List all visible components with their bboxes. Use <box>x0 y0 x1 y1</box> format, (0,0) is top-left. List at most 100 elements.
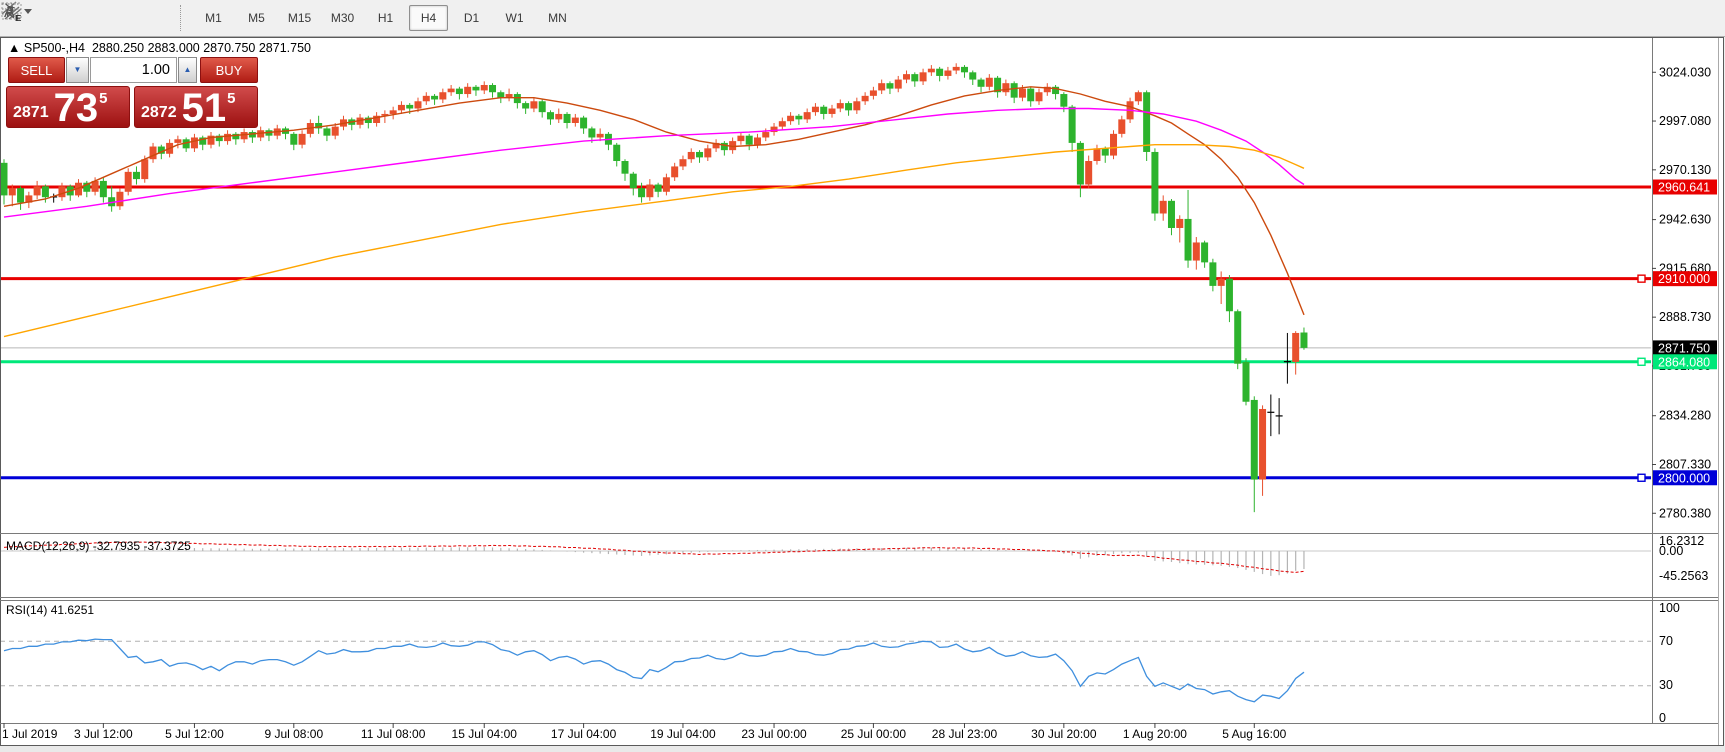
line-handle-support-2800[interactable] <box>1638 474 1645 481</box>
candle-body <box>1276 415 1283 416</box>
time-tick-label: 17 Jul 04:00 <box>551 727 617 741</box>
sell-price-main: 73 <box>54 87 99 127</box>
candle-body <box>530 101 537 108</box>
candle-body <box>721 143 728 150</box>
status-strip <box>0 746 1725 752</box>
candle-body <box>597 134 604 138</box>
candle-body <box>845 103 852 110</box>
candle-body <box>787 116 794 121</box>
candle-body <box>1176 219 1183 228</box>
candle-body <box>58 186 65 197</box>
candle-body <box>986 78 993 87</box>
rsi-indicator-label: RSI(14) 41.6251 <box>6 603 94 617</box>
volume-increase-button[interactable]: ▲ <box>178 57 197 83</box>
buy-quote-box[interactable]: 2872 51 5 <box>134 86 258 128</box>
macd-axis-label: 0.00 <box>1659 544 1683 558</box>
candle-body <box>406 105 413 109</box>
sell-button[interactable]: SELL <box>8 57 65 83</box>
candle-body <box>1093 148 1100 161</box>
time-tick-label: 5 Jul 12:00 <box>165 727 224 741</box>
candle-body <box>1218 279 1225 286</box>
candle-body <box>1160 201 1167 214</box>
symbol-name: SP500-,H4 <box>24 41 85 55</box>
volume-decrease-button[interactable]: ▼ <box>66 57 89 83</box>
candle-body <box>1019 89 1026 98</box>
sell-quote-box[interactable]: 2871 73 5 <box>6 86 130 128</box>
candle-body <box>133 172 140 179</box>
chart-frame <box>1 38 1724 746</box>
time-tick-label: 25 Jul 00:00 <box>841 727 907 741</box>
candle-body <box>1002 83 1009 92</box>
candle-body <box>936 69 943 76</box>
line-handle-level-2910[interactable] <box>1638 275 1645 282</box>
candle-body <box>679 159 686 166</box>
candle-body <box>456 89 463 94</box>
time-tick-label: 11 Jul 08:00 <box>361 727 426 741</box>
candle-body <box>829 109 836 114</box>
candle-body <box>588 128 595 137</box>
candle-body <box>564 114 571 123</box>
rsi-axis-label: 0 <box>1659 711 1666 725</box>
candle-body <box>1118 119 1125 133</box>
candle-body <box>42 186 49 197</box>
macd-indicator-label: MACD(12,26,9) -32.7935 -37.3725 <box>6 539 191 553</box>
candle-body <box>1110 134 1117 156</box>
candle-body <box>1036 92 1043 101</box>
candle-body <box>472 87 479 91</box>
price-tick-label: 2997.080 <box>1659 114 1711 128</box>
price-tick-label: 2807.330 <box>1659 457 1711 471</box>
candle-body <box>423 96 430 101</box>
candle-body <box>514 94 521 103</box>
candle-body <box>481 85 488 90</box>
candle-body <box>299 134 306 145</box>
candle-body <box>1011 83 1018 97</box>
time-tick-label: 5 Aug 16:00 <box>1222 727 1286 741</box>
candle-body <box>1226 279 1233 312</box>
candle-body <box>390 110 397 114</box>
ohlc-low: 2870.750 <box>203 41 255 55</box>
candle-body <box>895 80 902 89</box>
rsi-axis-label: 100 <box>1659 601 1680 615</box>
time-tick-label: 30 Jul 20:00 <box>1031 727 1097 741</box>
candle-body <box>332 127 339 136</box>
candle-body <box>878 83 885 90</box>
candle-body <box>1193 242 1200 260</box>
candle-body <box>1267 412 1274 413</box>
candle-body <box>415 101 422 108</box>
candle-body <box>290 134 297 145</box>
candle-body <box>1259 409 1266 480</box>
volume-input[interactable] <box>90 57 177 83</box>
time-tick-label: 23 Jul 00:00 <box>741 727 807 741</box>
candle-body <box>853 101 860 110</box>
buy-button[interactable]: BUY <box>200 57 258 83</box>
candle-body <box>746 136 753 145</box>
time-tick-label: 9 Jul 08:00 <box>264 727 323 741</box>
candle-body <box>497 92 504 97</box>
candle-body <box>779 121 786 126</box>
candle-body <box>1284 361 1291 362</box>
buy-price-prefix: 2872 <box>141 104 177 122</box>
candle-body <box>837 103 844 108</box>
candle-body <box>522 103 529 108</box>
candle-body <box>978 80 985 87</box>
candle-body <box>448 89 455 93</box>
candle-body <box>696 152 703 157</box>
ohlc-open: 2880.250 <box>92 41 144 55</box>
candle-body <box>1234 311 1241 363</box>
price-tick-label: 2834.280 <box>1659 409 1711 423</box>
collapse-arrow-icon[interactable]: ▲ <box>8 41 20 55</box>
candle-body <box>1102 148 1109 155</box>
sell-price-pip: 5 <box>99 90 107 127</box>
candle-body <box>1243 362 1250 402</box>
candle-body <box>638 188 645 197</box>
buy-price-main: 51 <box>182 87 227 127</box>
candle-body <box>762 132 769 137</box>
candle-body <box>1077 143 1084 185</box>
buy-price-pip: 5 <box>227 90 235 127</box>
time-tick-label: 1 Jul 2019 <box>2 727 58 741</box>
line-handle-support-2864[interactable] <box>1638 358 1645 365</box>
candle-body <box>795 116 802 120</box>
candle-body <box>622 161 629 174</box>
candle-body <box>804 112 811 119</box>
candle-body <box>870 90 877 95</box>
